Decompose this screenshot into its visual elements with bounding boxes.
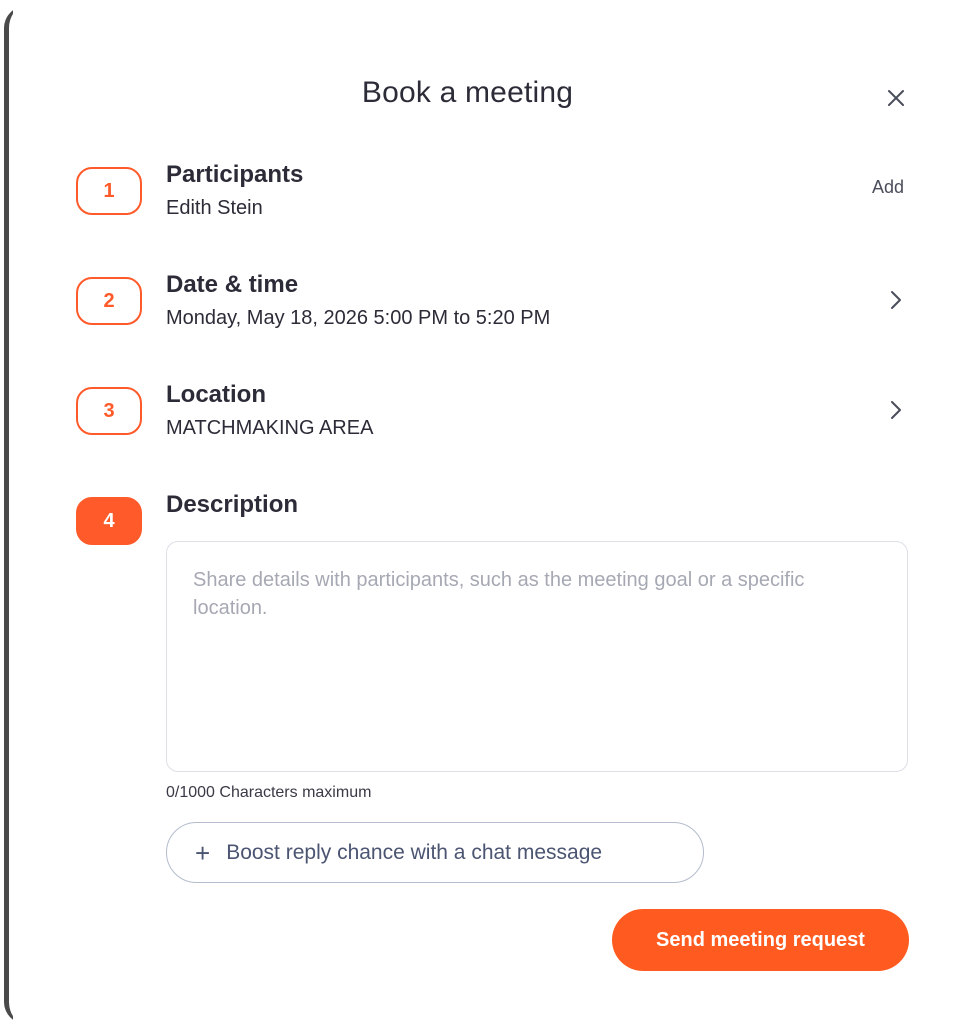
description-input[interactable] xyxy=(166,541,908,772)
close-icon xyxy=(888,90,904,106)
step-title: Location xyxy=(166,381,266,408)
book-meeting-modal: Book a meeting 1 Participants Edith Stei… xyxy=(0,0,961,1030)
step-number-badge: 3 xyxy=(76,387,142,435)
step-title: Description xyxy=(166,491,299,518)
send-meeting-request-button[interactable]: Send meeting request xyxy=(612,909,909,971)
step-participants: 1 Participants Edith Stein Add xyxy=(76,161,912,227)
step-number-badge: 1 xyxy=(76,167,142,215)
location-value: MATCHMAKING AREA xyxy=(166,417,374,439)
close-button[interactable] xyxy=(878,80,914,116)
add-participant-button[interactable]: Add xyxy=(872,177,904,198)
step-number-badge: 2 xyxy=(76,277,142,325)
window-edge xyxy=(0,0,13,1030)
step-number-badge: 4 xyxy=(76,497,142,545)
boost-reply-label: Boost reply chance with a chat message xyxy=(226,840,603,864)
step-location[interactable]: 3 Location MATCHMAKING AREA xyxy=(76,381,912,447)
plus-icon: + xyxy=(195,837,211,868)
chevron-right-icon[interactable] xyxy=(886,287,906,313)
character-count: 0/1000 Characters maximum xyxy=(166,784,372,801)
step-title: Participants xyxy=(166,161,304,188)
step-title: Date & time xyxy=(166,271,299,298)
date-time-value: Monday, May 18, 2026 5:00 PM to 5:20 PM xyxy=(166,307,551,329)
boost-reply-button[interactable]: + Boost reply chance with a chat message xyxy=(166,822,704,883)
modal-title: Book a meeting xyxy=(361,76,574,109)
participants-value: Edith Stein xyxy=(166,197,263,219)
step-date-time[interactable]: 2 Date & time Monday, May 18, 2026 5:00 … xyxy=(76,271,912,337)
chevron-right-icon[interactable] xyxy=(886,397,906,423)
